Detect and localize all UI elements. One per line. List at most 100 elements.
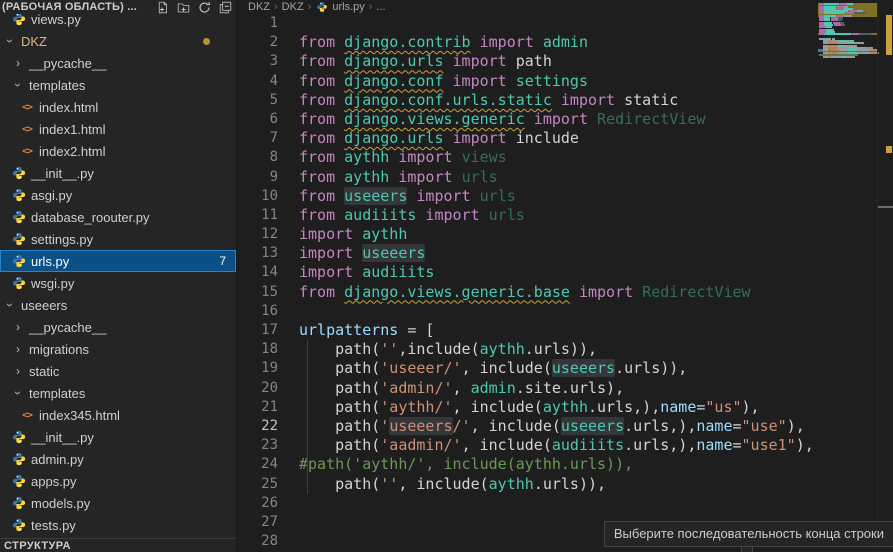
tree-item-settings-py[interactable]: settings.py [0,228,236,250]
tree-item-label: asgi.py [31,188,72,203]
overview-ruler[interactable] [877,0,893,552]
tree-item-useeers[interactable]: ›useeers [0,294,236,316]
code-text[interactable]: from django.views.generic.base import Re… [278,283,751,302]
vscode-window: views.py›DKZ›__pycache__›templates<>inde… [0,0,893,552]
html-icon: <> [20,102,34,113]
tooltip-text: Выберите последовательность конца строки [614,526,884,541]
tree-item-templates[interactable]: ›templates [0,74,236,96]
breadcrumb-item[interactable]: urls.py [315,0,364,14]
code-text[interactable] [278,513,299,532]
code-text[interactable]: from django.contrib import admin [278,33,588,52]
tree-item--init-py[interactable]: __init__.py [0,426,236,448]
code-text[interactable]: path('admin/', admin.site.urls), [278,379,624,398]
code-area[interactable]: 12from django.contrib import admin3from … [238,14,893,552]
explorer-sidebar: views.py›DKZ›__pycache__›templates<>inde… [0,0,237,552]
line-number: 10 [238,187,278,206]
chevron-right-icon: › [12,364,24,378]
breadcrumb-item[interactable]: DKZ [282,1,304,13]
tree-item-dkz[interactable]: ›DKZ [0,30,236,52]
tree-item-index345-html[interactable]: <>index345.html [0,404,236,426]
code-line: 12import aythh [238,225,893,244]
tree-item-label: apps.py [31,474,77,489]
code-text[interactable] [278,14,299,33]
refresh-icon[interactable] [198,1,211,14]
code-text[interactable]: from django.conf.urls.static import stat… [278,91,678,110]
code-text[interactable]: path('aadmin/', include(audiiits.urls,),… [278,436,814,455]
code-text[interactable]: from audiiits import urls [278,206,525,225]
code-line: 9from aythh import urls [238,168,893,187]
tree-item--pycache-[interactable]: ›__pycache__ [0,316,236,338]
tree-item-urls-py[interactable]: urls.py7 [0,250,236,272]
code-text[interactable]: path('useeers/', include(useeers.urls,),… [278,417,805,436]
tree-item-index-html[interactable]: <>index.html [0,96,236,118]
code-text[interactable]: from django.urls import include [278,129,579,148]
minimap[interactable] [818,1,877,65]
code-text[interactable]: import audiiits [278,263,434,282]
code-text[interactable]: path('', include(aythh.urls)), [278,475,606,494]
line-number: 13 [238,244,278,263]
tree-item-label: __pycache__ [29,56,106,71]
code-text[interactable]: from django.views.generic import Redirec… [278,110,705,129]
tree-item-database-roouter-py[interactable]: database_roouter.py [0,206,236,228]
breadcrumb-item[interactable]: DKZ [248,1,270,13]
chevron-right-icon: › [12,342,24,356]
code-text[interactable]: from django.urls import path [278,52,552,71]
tree-item--init-py[interactable]: __init__.py [0,162,236,184]
tree-item-index1-html[interactable]: <>index1.html [0,118,236,140]
tree-item-label: __pycache__ [29,320,106,335]
tree-item-migrations[interactable]: ›migrations [0,338,236,360]
collapse-all-icon[interactable] [219,1,232,14]
tree-item-models-py[interactable]: models.py [0,492,236,514]
line-number: 28 [238,532,278,551]
line-number: 17 [238,321,278,340]
tree-item-label: wsgi.py [31,276,74,291]
line-number: 21 [238,398,278,417]
tree-item-templates[interactable]: ›templates [0,382,236,404]
code-text[interactable]: from django.conf import settings [278,72,588,91]
python-icon [12,188,26,202]
code-line: 15from django.views.generic.base import … [238,283,893,302]
tree-item-index2-html[interactable]: <>index2.html [0,140,236,162]
tree-item-label: static [29,364,59,379]
line-number: 19 [238,359,278,378]
workspace-title: (РАБОЧАЯ ОБЛАСТЬ) ... [2,1,137,13]
code-text[interactable] [278,532,299,551]
ruler-mark [886,15,892,55]
code-text[interactable]: path('',include(aythh.urls)), [278,340,597,359]
code-text[interactable]: urlpatterns = [ [278,321,434,340]
tree-item-static[interactable]: › static [0,360,236,382]
code-text[interactable]: from aythh import views [278,148,507,167]
line-number: 15 [238,283,278,302]
code-text[interactable] [278,302,299,321]
ruler-mark [878,206,893,208]
code-text[interactable]: import useeers [278,244,425,263]
tree-item-asgi-py[interactable]: asgi.py [0,184,236,206]
code-text[interactable]: import aythh [278,225,407,244]
line-number: 5 [238,91,278,110]
code-text[interactable]: from aythh import urls [278,168,498,187]
breadcrumb-item[interactable]: ... [376,1,385,13]
new-file-icon[interactable] [156,1,169,14]
new-folder-icon[interactable] [177,1,190,14]
outline-section-header[interactable]: СТРУКТУРА [0,538,237,552]
code-text[interactable]: from useeers import urls [278,187,516,206]
code-text[interactable]: path('useeer/', include(useeers.urls)), [278,359,687,378]
tree-item-apps-py[interactable]: apps.py [0,470,236,492]
tree-item-label: index2.html [39,144,105,159]
line-number: 1 [238,14,278,33]
tree-item-label: index1.html [39,122,105,137]
tree-item-wsgi-py[interactable]: wsgi.py [0,272,236,294]
tree-item-label: urls.py [31,254,69,269]
code-line: 1 [238,14,893,33]
code-text[interactable]: path('aythh/', include(aythh.urls,),name… [278,398,760,417]
code-text[interactable]: #path('aythh/', include(aythh.urls)), [278,455,633,474]
code-text[interactable] [278,494,299,513]
code-line: 16 [238,302,893,321]
tree-item-tests-py[interactable]: tests.py [0,514,236,536]
line-number: 16 [238,302,278,321]
tree-item--pycache-[interactable]: ›__pycache__ [0,52,236,74]
tree-item-admin-py[interactable]: admin.py [0,448,236,470]
line-number: 24 [238,455,278,474]
python-icon [12,12,26,26]
tooltip-notch [741,547,753,552]
